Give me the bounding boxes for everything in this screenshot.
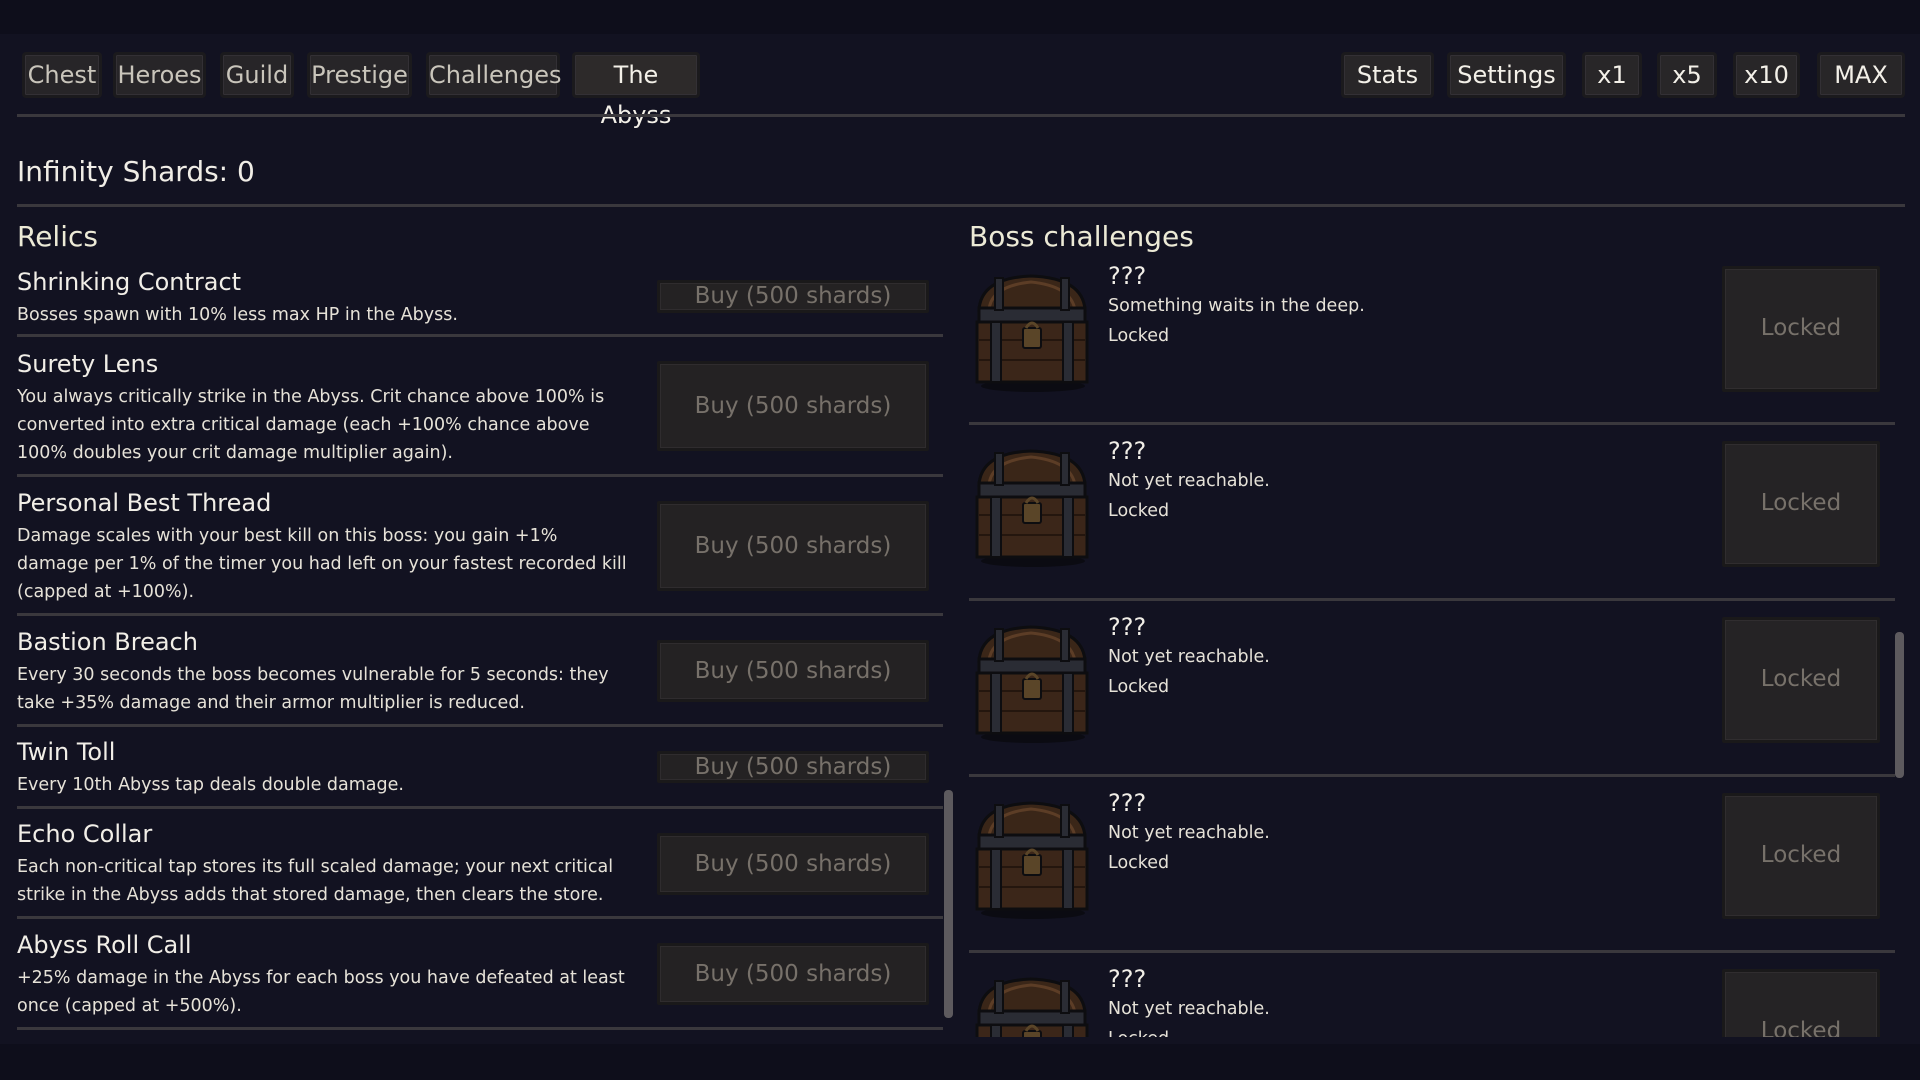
boss-status: Locked [1108,501,1170,521]
boss-row: ??? Not yet reachable. Locked Locked [969,789,1895,965]
relic-row: Bastion Breach Every 30 seconds the boss… [17,628,943,728]
boss-description: Not yet reachable. [1108,823,1270,843]
relic-row: Surety Lens You always critically strike… [17,350,943,478]
boss-name: ??? [1108,613,1147,641]
locked-button[interactable]: Locked [1722,793,1880,919]
multiplier-x5-button[interactable]: x5 [1657,52,1717,98]
locked-button[interactable]: Locked [1722,969,1880,1037]
tab-challenges[interactable]: Challenges [426,52,562,98]
multiplier-x10-button[interactable]: x10 [1733,52,1800,98]
boss-row: ??? Something waits in the deep. Locked … [969,262,1895,438]
relic-divider [17,474,943,477]
settings-button[interactable]: Settings [1447,52,1566,98]
relic-row: Twin Toll Every 10th Abyss tap deals dou… [17,738,943,810]
relic-description: Every 30 seconds the boss becomes vulner… [17,665,609,713]
boss-row: ??? Not yet reachable. Locked Locked [969,613,1895,789]
treasure-chest-icon [971,797,1093,921]
tab-chest[interactable]: Chest [22,52,102,98]
stats-button[interactable]: Stats [1341,52,1434,98]
relic-divider [17,724,943,727]
buy-relic-button[interactable]: Buy (500 shards) [657,640,929,702]
relic-divider [17,1027,943,1030]
boss-name: ??? [1108,789,1147,817]
boss-status: Locked [1108,1029,1169,1037]
boss-row: ??? Not yet reachable. Locked Locked [969,965,1895,1037]
relic-divider [17,916,943,919]
treasure-chest-icon [971,270,1093,394]
boss-divider [969,422,1895,425]
boss-name: ??? [1108,262,1147,290]
boss-description: Not yet reachable. [1108,471,1270,491]
boss-name: ??? [1108,965,1147,993]
boss-divider [969,598,1895,601]
multiplier-max-button[interactable]: MAX [1817,52,1905,98]
relic-row: Personal Best Thread Damage scales with … [17,489,943,617]
boss-description: Not yet reachable. [1108,647,1270,667]
buy-relic-button[interactable]: Buy (500 shards) [657,943,929,1005]
tab-prestige[interactable]: Prestige [307,52,412,98]
shards-divider [17,204,1905,207]
buy-relic-button[interactable]: Buy (500 shards) [657,361,929,451]
buy-relic-button[interactable]: Buy (500 shards) [657,751,929,783]
relic-description: +25% damage in the Abyss for each boss y… [17,968,625,1016]
bottom-band [0,1044,1920,1080]
locked-button[interactable]: Locked [1722,441,1880,567]
locked-button[interactable]: Locked [1722,617,1880,743]
boss-status: Locked [1108,326,1170,346]
boss-challenges-title: Boss challenges [969,220,1194,253]
relic-description: Each non-critical tap stores its full sc… [17,857,614,905]
treasure-chest-icon [971,621,1093,745]
relic-divider [17,613,943,616]
relic-description: Bosses spawn with 10% less max HP in the… [17,305,458,325]
relic-name: Twin Toll [17,738,116,766]
relics-scrollbar[interactable] [944,790,953,1018]
buy-relic-button[interactable]: Buy (500 shards) [657,280,929,313]
boss-status: Locked [1108,853,1170,873]
buy-relic-button[interactable]: Buy (500 shards) [657,501,929,591]
treasure-chest-icon [971,445,1093,569]
top-band [0,0,1920,34]
relic-description: You always critically strike in the Abys… [17,387,605,463]
boss-name: ??? [1108,437,1147,465]
relic-row: Abyss Roll Call +25% damage in the Abyss… [17,931,943,1031]
tab-the-abyss[interactable]: The Abyss [572,52,700,129]
boss-divider [969,950,1895,953]
relic-name: Abyss Roll Call [17,931,192,959]
boss-description: Something waits in the deep. [1108,296,1365,316]
tab-guild[interactable]: Guild [220,52,294,98]
relic-name: Echo Collar [17,820,153,848]
relic-name: Surety Lens [17,350,159,378]
infinity-shards-counter: Infinity Shards: 0 [17,155,255,188]
relic-row: Shrinking Contract Bosses spawn with 10%… [17,268,943,338]
relic-divider [17,334,943,337]
relic-name: Bastion Breach [17,628,198,656]
boss-row: ??? Not yet reachable. Locked Locked [969,437,1895,613]
buy-relic-button[interactable]: Buy (500 shards) [657,833,929,895]
relic-divider [17,806,943,809]
locked-button[interactable]: Locked [1722,266,1880,392]
relic-name: Shrinking Contract [17,268,242,296]
relics-title: Relics [17,220,98,253]
boss-challenges-scrollbar[interactable] [1895,632,1904,778]
relic-name: Personal Best Thread [17,489,272,517]
boss-divider [969,774,1895,777]
relic-row: Echo Collar Each non-critical tap stores… [17,820,943,920]
header-divider [17,114,1905,117]
relic-description: Every 10th Abyss tap deals double damage… [17,775,404,795]
multiplier-x1-button[interactable]: x1 [1582,52,1642,98]
boss-description: Not yet reachable. [1108,999,1270,1019]
relic-description: Damage scales with your best kill on thi… [17,526,627,602]
tab-heroes[interactable]: Heroes [113,52,206,98]
boss-status: Locked [1108,677,1170,697]
treasure-chest-icon [971,973,1093,1037]
